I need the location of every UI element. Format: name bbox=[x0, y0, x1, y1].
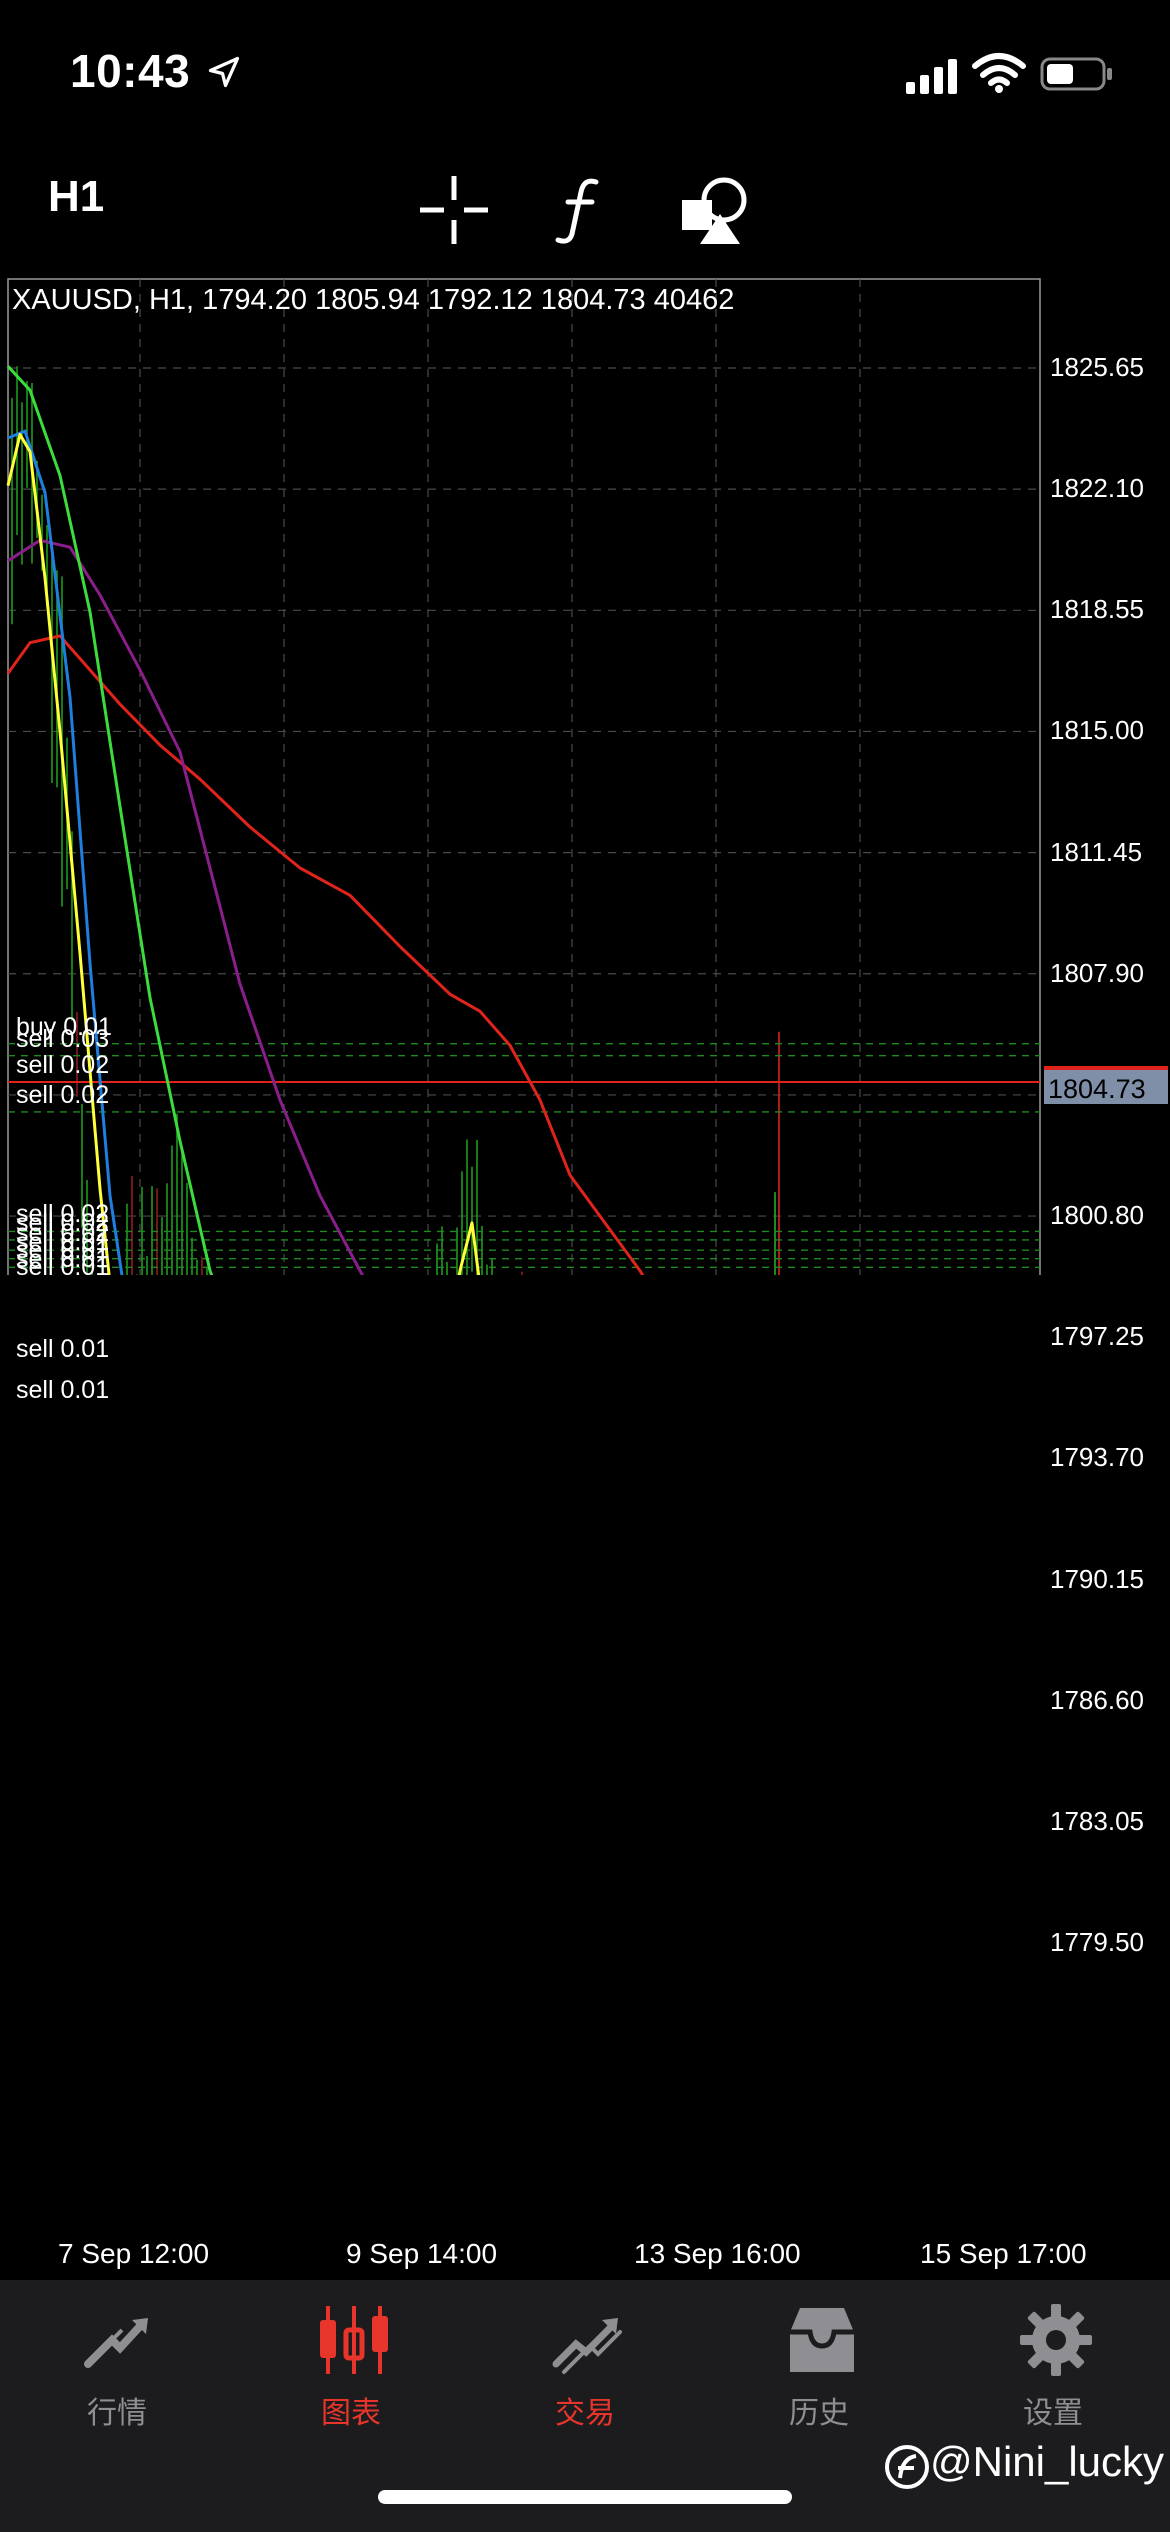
crosshair-icon[interactable] bbox=[414, 170, 494, 250]
chart-info-line: XAUUSD, H1, 1794.20 1805.94 1792.12 1804… bbox=[12, 284, 735, 316]
chart-canvas[interactable] bbox=[0, 275, 1170, 1275]
trade-icon bbox=[552, 2318, 622, 2374]
status-time: 10:43 bbox=[70, 45, 191, 97]
tab-label-chart: 图表 bbox=[321, 2397, 381, 2430]
order-label[interactable]: sell 0.02 bbox=[16, 1051, 109, 1080]
ma-purple-line bbox=[7, 538, 365, 1275]
price-tick-label: 1825.65 bbox=[1050, 352, 1144, 382]
history-icon bbox=[790, 2308, 854, 2372]
order-label[interactable]: sell 0.01 bbox=[16, 1253, 109, 1282]
tab-chart[interactable]: 图表 bbox=[234, 2280, 468, 2440]
indicators-function-icon[interactable] bbox=[544, 170, 624, 250]
price-tick-label: 1786.60 bbox=[1050, 1684, 1144, 1715]
ma-green-line bbox=[6, 365, 214, 1275]
ma-red-line bbox=[6, 634, 645, 1275]
price-tick-label: 1779.50 bbox=[1050, 1927, 1144, 1957]
current-price-label: 1804.73 bbox=[1044, 1066, 1168, 1104]
date-tick-label: 9 Sep 14:00 bbox=[346, 2238, 498, 2269]
chart-area[interactable] bbox=[0, 275, 1170, 1275]
price-tick-label: 1800.80 bbox=[1050, 1200, 1144, 1231]
price-tick-label: 1793.70 bbox=[1050, 1442, 1144, 1473]
ma-blue-line bbox=[7, 429, 124, 1275]
price-tick-label: 1790.15 bbox=[1050, 1563, 1144, 1594]
objects-shapes-icon[interactable] bbox=[674, 170, 754, 250]
tab-label-settings: 设置 bbox=[1023, 2397, 1083, 2430]
date-tick-label: 7 Sep 12:00 bbox=[58, 2238, 210, 2269]
wifi-icon bbox=[972, 53, 1026, 93]
quotes-icon bbox=[84, 2318, 148, 2368]
home-indicator bbox=[378, 2490, 792, 2504]
price-tick-label: 1797.25 bbox=[1050, 1321, 1144, 1352]
tab-label-quotes: 行情 bbox=[87, 2397, 147, 2430]
timeframe-button[interactable]: H1 bbox=[48, 172, 104, 222]
tab-history[interactable]: 历史 bbox=[702, 2280, 936, 2440]
tab-trade[interactable]: 交易 bbox=[468, 2280, 702, 2440]
weibo-logo-icon bbox=[885, 2445, 929, 2489]
chart-frame bbox=[7, 278, 1041, 1275]
order-label[interactable]: sell 0.02 bbox=[16, 1081, 109, 1110]
tab-label-history: 历史 bbox=[789, 2397, 849, 2430]
tab-label-trade: 交易 bbox=[555, 2397, 615, 2430]
cellular-signal-icon bbox=[906, 59, 957, 94]
order-label[interactable]: sell 0.01 bbox=[16, 1376, 109, 1405]
price-tick-label: 1807.90 bbox=[1050, 957, 1144, 988]
order-label[interactable]: sell 0.01 bbox=[16, 1335, 109, 1364]
date-tick-label: 15 Sep 17:00 bbox=[920, 2238, 1087, 2269]
settings-icon bbox=[1020, 2304, 1092, 2376]
watermark-text: @Nini_lucky bbox=[930, 2438, 1165, 2485]
price-tick-label: 1783.05 bbox=[1050, 1805, 1144, 1836]
status-bar: 10:43 bbox=[0, 0, 1170, 150]
location-arrow-icon bbox=[208, 56, 240, 88]
price-tick-label: 1811.45 bbox=[1050, 836, 1143, 867]
ma-yellow-line bbox=[6, 433, 481, 1275]
tab-settings[interactable]: 设置 bbox=[936, 2280, 1170, 2440]
order-label[interactable]: sell 0.03 bbox=[16, 1025, 109, 1054]
price-tick-label: 1815.00 bbox=[1050, 715, 1144, 746]
price-tick-label: 1822.10 bbox=[1050, 473, 1144, 504]
battery-icon bbox=[1040, 57, 1112, 91]
date-tick-label: 13 Sep 16:00 bbox=[634, 2238, 801, 2269]
chart-icon bbox=[320, 2306, 388, 2374]
price-tick-label: 1818.55 bbox=[1050, 594, 1144, 625]
tab-quotes[interactable]: 行情 bbox=[0, 2280, 234, 2440]
